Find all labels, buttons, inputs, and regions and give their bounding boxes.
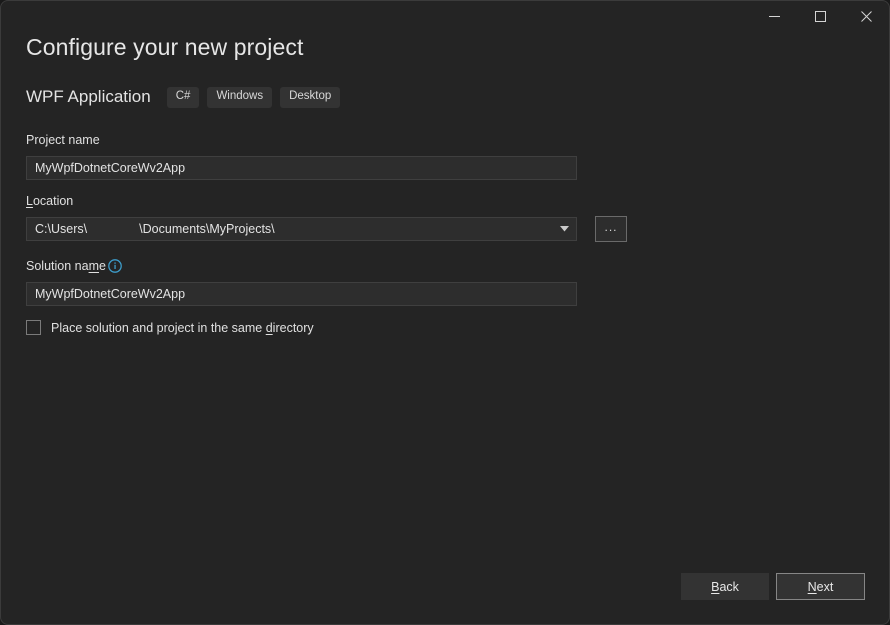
info-icon [108,259,122,273]
same-directory-label-suffix: irectory [273,321,314,335]
title-bar [1,1,889,33]
solution-name-label: Solution name [26,259,106,273]
same-directory-row[interactable]: Place solution and project in the same d… [26,320,314,335]
location-combobox[interactable]: C:\Users\ \Documents\MyProjects\ [26,217,577,241]
solution-name-info-button[interactable] [108,259,122,273]
solution-name-label-suffix: e [99,259,106,273]
template-name: WPF Application [26,87,151,107]
location-dropdown-button[interactable] [552,218,576,240]
next-button-accesskey: N [808,580,817,594]
location-value: C:\Users\ \Documents\MyProjects\ [27,222,552,236]
back-button[interactable]: Back [681,573,769,600]
close-button[interactable] [843,1,889,32]
same-directory-label-prefix: Place solution and project in the same [51,321,266,335]
browse-location-button[interactable]: ... [595,216,627,242]
configure-project-dialog: Configure your new project WPF Applicati… [0,0,890,625]
location-label-suffix: ocation [33,194,73,208]
page-title: Configure your new project [26,34,303,61]
next-button-suffix: ext [817,580,834,594]
minimize-button[interactable] [751,1,797,32]
solution-name-input[interactable]: MyWpfDotnetCoreWv2App [26,282,577,306]
back-button-accesskey: B [711,580,719,594]
solution-name-label-accesskey: m [89,259,99,273]
project-name-input[interactable]: MyWpfDotnetCoreWv2App [26,156,577,180]
location-label: Location [26,194,73,208]
project-name-label: Project name [26,133,100,147]
minimize-icon [769,11,780,22]
location-label-accesskey: L [26,194,33,208]
chevron-down-icon [560,226,569,232]
solution-name-value: MyWpfDotnetCoreWv2App [35,287,185,301]
project-name-value: MyWpfDotnetCoreWv2App [35,161,185,175]
same-directory-label: Place solution and project in the same d… [51,321,314,335]
solution-name-label-prefix: Solution na [26,259,89,273]
tag-platform: Windows [207,87,272,108]
close-icon [861,11,872,22]
tag-language: C# [167,87,200,108]
tag-project-type: Desktop [280,87,340,108]
same-directory-checkbox[interactable] [26,320,41,335]
maximize-icon [815,11,826,22]
next-button[interactable]: Next [776,573,865,600]
same-directory-label-accesskey: d [266,321,273,335]
maximize-button[interactable] [797,1,843,32]
back-button-suffix: ack [719,580,738,594]
template-summary-row: WPF Application C# Windows Desktop [26,87,348,108]
